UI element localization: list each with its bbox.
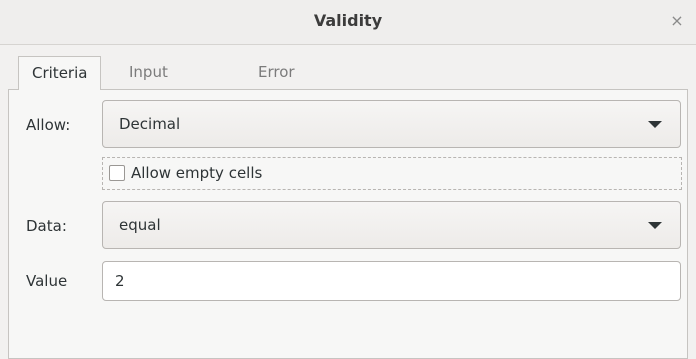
- title-bar: Validity ×: [0, 0, 696, 45]
- value-label: Value: [26, 272, 68, 290]
- close-icon[interactable]: ×: [666, 10, 688, 32]
- value-input[interactable]: 2: [102, 261, 681, 301]
- data-dropdown-value: equal: [119, 216, 161, 234]
- tab-input-help[interactable]: Input Help: [116, 56, 181, 114]
- dialog-title: Validity: [313, 11, 383, 30]
- allow-empty-checkbox[interactable]: [109, 165, 125, 181]
- allow-dropdown-value: Decimal: [119, 115, 181, 133]
- value-input-text: 2: [115, 272, 125, 290]
- tab-error-alert[interactable]: Error Alert: [245, 56, 308, 114]
- data-dropdown[interactable]: equal: [102, 201, 681, 249]
- data-label: Data:: [26, 217, 67, 235]
- chevron-down-icon: [648, 121, 662, 128]
- allow-empty-label[interactable]: Allow empty cells: [131, 164, 262, 182]
- allow-dropdown[interactable]: Decimal: [102, 100, 681, 148]
- validity-dialog: Validity × Criteria Input Help Error Ale…: [0, 0, 696, 359]
- allow-label: Allow:: [26, 116, 71, 134]
- tab-criteria[interactable]: Criteria: [18, 56, 102, 90]
- chevron-down-icon: [648, 222, 662, 229]
- allow-empty-frame: Allow empty cells: [102, 157, 682, 190]
